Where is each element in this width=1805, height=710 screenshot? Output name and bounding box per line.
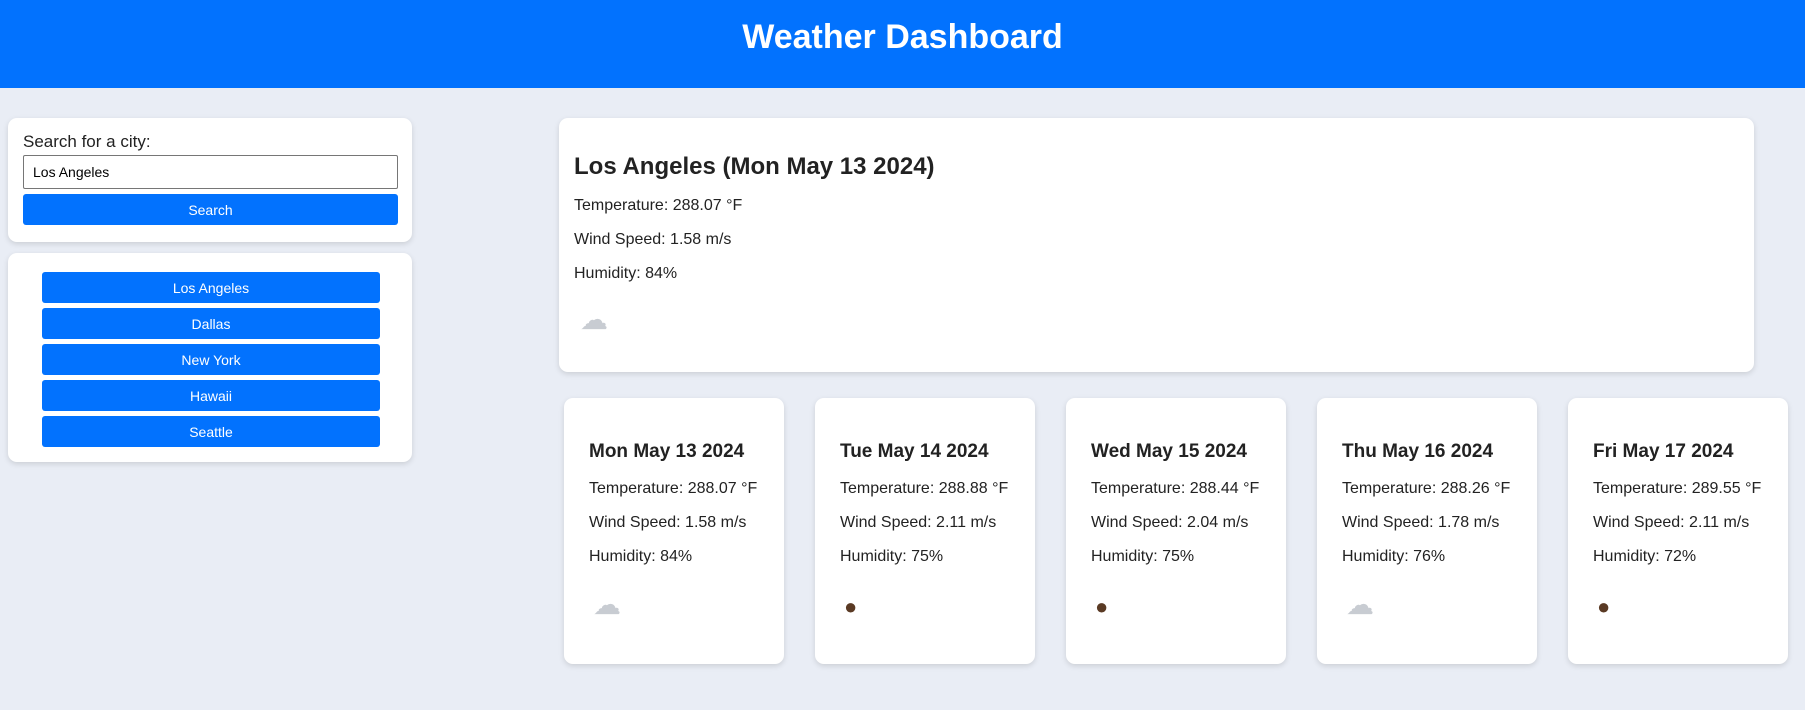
rain-icon <box>1597 587 1763 623</box>
partly-cloudy-icon <box>593 587 759 623</box>
search-button[interactable]: Search <box>23 194 398 225</box>
rain-icon <box>1095 587 1261 623</box>
history-button-new-york[interactable]: New York <box>42 344 380 375</box>
forecast-temperature: Temperature: 289.55 °F <box>1593 480 1762 497</box>
current-temperature: Temperature: 288.07 °F <box>574 197 743 214</box>
history-button-hawaii[interactable]: Hawaii <box>42 380 380 411</box>
current-weather-card: Los Angeles (Mon May 13 2024) Temperatur… <box>559 118 1754 372</box>
forecast-card-day-5: Fri May 17 2024 Temperature: 289.55 °F W… <box>1568 398 1788 664</box>
forecast-temperature: Temperature: 288.07 °F <box>589 480 758 497</box>
forecast-wind-speed: Wind Speed: 1.78 m/s <box>1342 514 1500 531</box>
search-input[interactable] <box>23 155 398 189</box>
forecast-card-day-1: Mon May 13 2024 Temperature: 288.07 °F W… <box>564 398 784 664</box>
forecast-wind-speed: Wind Speed: 2.11 m/s <box>1593 514 1750 531</box>
current-wind-speed: Wind Speed: 1.58 m/s <box>574 231 732 248</box>
forecast-humidity: Humidity: 75% <box>1091 548 1195 565</box>
forecast-temperature: Temperature: 288.44 °F <box>1091 480 1260 497</box>
search-label: Search for a city: <box>23 132 151 151</box>
forecast-temperature: Temperature: 288.88 °F <box>840 480 1009 497</box>
search-panel: Search for a city: Search <box>8 118 412 242</box>
forecast-humidity: Humidity: 84% <box>589 548 693 565</box>
forecast-temperature: Temperature: 288.26 °F <box>1342 480 1511 497</box>
forecast-date: Mon May 13 2024 <box>589 441 745 462</box>
forecast-humidity: Humidity: 76% <box>1342 548 1446 565</box>
search-history-panel: Los Angeles Dallas New York Hawaii Seatt… <box>8 253 412 462</box>
forecast-date: Fri May 17 2024 <box>1593 441 1734 462</box>
forecast-card-day-3: Wed May 15 2024 Temperature: 288.44 °F W… <box>1066 398 1286 664</box>
forecast-date: Wed May 15 2024 <box>1091 441 1247 462</box>
cloud-icon <box>1346 587 1512 623</box>
forecast-date: Thu May 16 2024 <box>1342 441 1494 462</box>
forecast-wind-speed: Wind Speed: 2.11 m/s <box>840 514 997 531</box>
rain-icon <box>844 587 1010 623</box>
forecast-wind-speed: Wind Speed: 1.58 m/s <box>589 514 747 531</box>
forecast-wind-speed: Wind Speed: 2.04 m/s <box>1091 514 1249 531</box>
forecast-card-day-4: Thu May 16 2024 Temperature: 288.26 °F W… <box>1317 398 1537 664</box>
history-button-dallas[interactable]: Dallas <box>42 308 380 339</box>
current-weather-title: Los Angeles (Mon May 13 2024) <box>574 153 935 180</box>
history-button-los-angeles[interactable]: Los Angeles <box>42 272 380 303</box>
forecast-humidity: Humidity: 72% <box>1593 548 1697 565</box>
page-header: Weather Dashboard <box>0 0 1805 88</box>
current-humidity: Humidity: 84% <box>574 265 678 282</box>
history-button-seattle[interactable]: Seattle <box>42 416 380 447</box>
page-title: Weather Dashboard <box>742 18 1063 56</box>
forecast-humidity: Humidity: 75% <box>840 548 944 565</box>
forecast-date: Tue May 14 2024 <box>840 441 989 462</box>
partly-cloudy-icon <box>580 302 1739 338</box>
forecast-card-day-2: Tue May 14 2024 Temperature: 288.88 °F W… <box>815 398 1035 664</box>
